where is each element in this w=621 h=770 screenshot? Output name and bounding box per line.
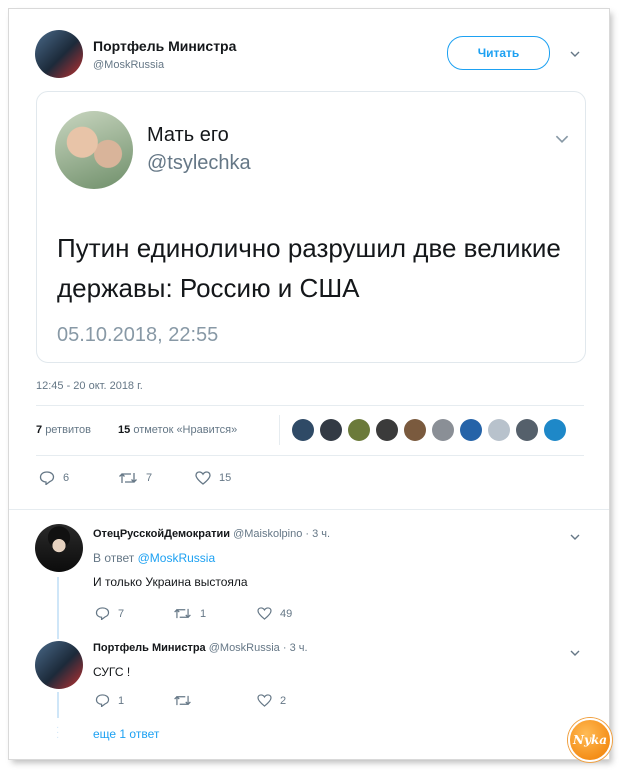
like-action[interactable]: 49 [257,607,292,620]
divider [9,509,609,510]
retweet-icon [174,608,191,619]
reply-header: ОтецРусскойДемократии @Maiskolpino · 3 ч… [93,528,330,540]
chevron-down-icon[interactable] [555,132,569,146]
reply-time[interactable]: · 3 ч. [305,528,330,540]
likes-stat[interactable]: 15 отметок «Нравится» [118,424,237,436]
like-action[interactable]: 15 [195,471,231,485]
likes-count: 15 [118,424,131,436]
retweet-count: 1 [200,607,207,620]
retweet-icon [119,473,137,483]
liker-avatar[interactable] [432,419,454,441]
retweets-count: 7 [36,424,43,436]
chevron-down-icon[interactable] [570,532,580,542]
reply-prefix: В ответ [93,551,135,565]
liker-avatar[interactable] [488,419,510,441]
liker-avatar[interactable] [404,419,426,441]
reply-count: 6 [63,472,70,484]
quoted-tweet[interactable]: Мать его @tsylechka Путин единолично раз… [36,91,586,363]
reply-action[interactable]: 6 [39,471,69,485]
thread-line [57,577,59,639]
chevron-down-icon[interactable] [570,648,580,658]
reply-text: СУГС ! [93,665,131,679]
liker-avatar[interactable] [516,419,538,441]
heart-icon [257,607,272,620]
liker-avatar[interactable] [544,419,566,441]
like-count: 2 [280,694,287,707]
author-name[interactable]: Портфель Министра [93,38,236,54]
like-count: 15 [219,472,232,484]
retweet-action[interactable] [173,694,200,707]
retweets-stat[interactable]: 7 ретвитов [36,424,91,436]
reply-time[interactable]: · 3 ч. [283,642,308,654]
reply-icon [95,607,110,620]
quoted-author-avatar[interactable] [55,111,133,189]
watermark-text: Nyka [572,733,608,747]
retweets-label: ретвитов [45,424,91,436]
retweet-action[interactable]: 1 [173,607,206,620]
reply-icon [39,471,55,485]
liker-avatar[interactable] [460,419,482,441]
reply-text: И только Украина выстояла [93,575,248,589]
like-count: 49 [280,607,293,620]
thread-line [57,692,59,718]
liker-avatar[interactable] [320,419,342,441]
watermark-logo: Nyka [568,718,612,762]
reply-count: 7 [118,607,125,620]
reply-header: Портфель Министра @MoskRussia · 3 ч. [93,642,308,654]
retweet-action[interactable]: 7 [118,471,152,485]
reply-action[interactable]: 1 [95,694,124,707]
retweet-count: 7 [146,472,153,484]
quoted-author-handle[interactable]: @tsylechka [147,152,251,175]
author-handle[interactable]: @MoskRussia [93,59,164,71]
reply-count: 1 [118,694,125,707]
quoted-tweet-text: Путин единолично разрушил две великие де… [57,233,561,303]
reply-icon [95,694,110,707]
reply-to-link[interactable]: @MoskRussia [138,551,216,565]
liker-avatar[interactable] [348,419,370,441]
reply-author-avatar[interactable] [35,641,83,689]
liker-avatar[interactable] [376,419,398,441]
tweet-timestamp[interactable]: 12:45 - 20 окт. 2018 г. [36,380,143,392]
thread-dots: · · · [56,722,60,743]
reply-author-name[interactable]: Портфель Министра [93,642,206,654]
divider-vertical [279,415,280,445]
reply-author-name[interactable]: ОтецРусскойДемократии [93,528,230,540]
divider [36,455,584,456]
author-avatar[interactable] [35,30,83,78]
chevron-down-icon[interactable] [570,49,580,59]
reply-author-handle[interactable]: @Maiskolpino [233,528,302,540]
quoted-author-name[interactable]: Мать его [147,124,229,147]
reply-to-line: В ответ @MoskRussia [93,551,215,565]
tweet-card: Портфель Министра @MoskRussia Читать Мат… [9,9,612,762]
quoted-tweet-date[interactable]: 05.10.2018, 22:55 [57,324,218,347]
divider [36,405,584,406]
heart-icon [257,694,272,707]
follow-button[interactable]: Читать [447,36,550,70]
liker-avatar[interactable] [292,419,314,441]
likes-label: отметок «Нравится» [133,424,238,436]
retweet-icon [174,695,191,706]
heart-icon [195,471,211,485]
like-action[interactable]: 2 [257,694,286,707]
reply-author-handle[interactable]: @MoskRussia [209,642,280,654]
reply-action[interactable]: 7 [95,607,124,620]
more-replies-link[interactable]: еще 1 ответ [93,727,159,741]
reply-author-avatar[interactable] [35,524,83,572]
